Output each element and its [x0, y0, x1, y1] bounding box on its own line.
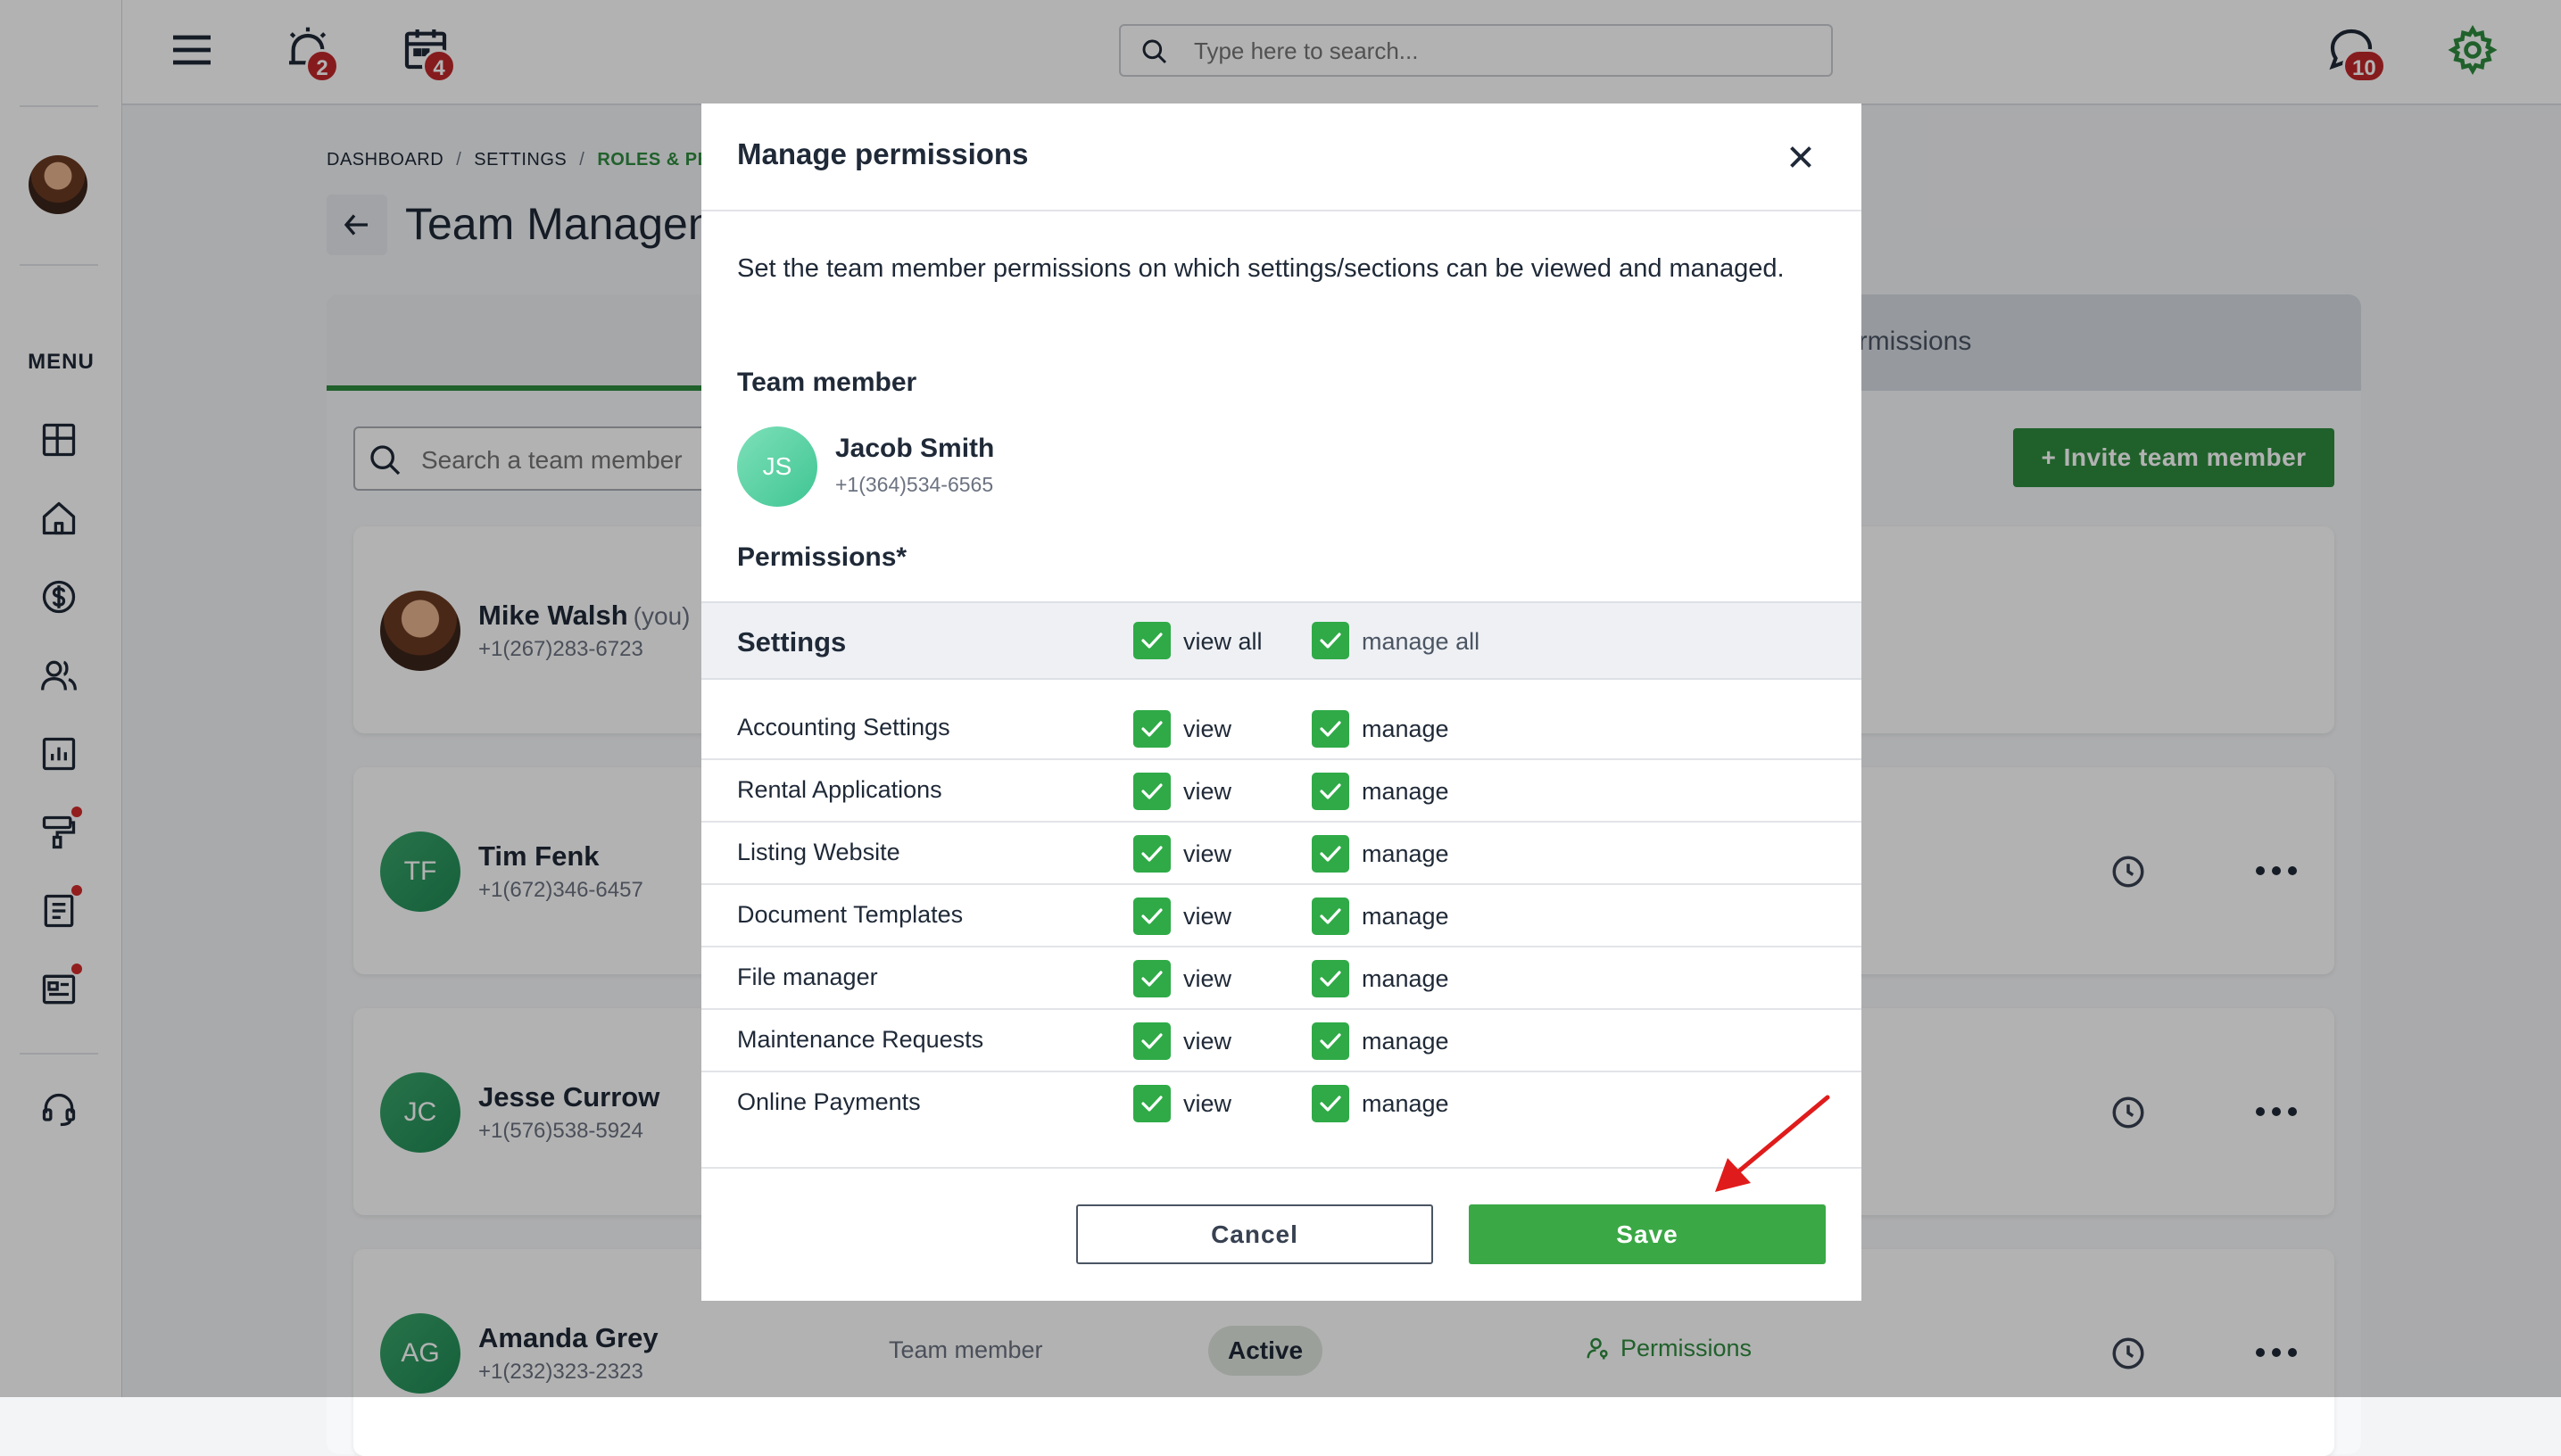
- view-checkbox[interactable]: [1133, 835, 1171, 873]
- manage-checkbox[interactable]: [1312, 898, 1349, 935]
- check-icon: [1141, 971, 1163, 987]
- view-checkbox[interactable]: [1133, 773, 1171, 810]
- check-icon: [1141, 721, 1163, 737]
- view-label: view: [1183, 716, 1232, 742]
- annotation-arrow-icon: [1715, 1095, 1830, 1192]
- permission-label: Rental Applications: [737, 776, 942, 803]
- cancel-button[interactable]: Cancel: [1076, 1204, 1433, 1264]
- view-all-label: view all: [1183, 628, 1263, 655]
- settings-group-label: Settings: [737, 626, 847, 658]
- modal-footer-divider: [701, 1167, 1861, 1169]
- manage-label: manage: [1362, 903, 1449, 930]
- view-checkbox[interactable]: [1133, 1085, 1171, 1122]
- check-icon: [1320, 633, 1341, 649]
- close-icon[interactable]: [1785, 141, 1817, 173]
- permission-row: Listing Website view manage: [701, 823, 1861, 885]
- manage-permissions-modal: Manage permissions Set the team member p…: [701, 103, 1861, 1301]
- manage-label: manage: [1362, 840, 1449, 867]
- check-icon: [1320, 783, 1341, 799]
- manage-all-checkbox[interactable]: [1312, 622, 1349, 659]
- settings-group-row: Settings view all manage all: [701, 601, 1861, 680]
- view-label: view: [1183, 965, 1232, 992]
- manage-checkbox[interactable]: [1312, 1085, 1349, 1122]
- avatar: JS: [737, 426, 817, 507]
- check-icon: [1141, 633, 1163, 649]
- check-icon: [1320, 971, 1341, 987]
- view-label: view: [1183, 903, 1232, 930]
- modal-description: Set the team member permissions on which…: [737, 254, 1785, 283]
- permissions-label: Permissions*: [737, 542, 908, 572]
- save-button[interactable]: Save: [1469, 1204, 1826, 1264]
- view-checkbox[interactable]: [1133, 960, 1171, 997]
- permission-label: File manager: [737, 964, 878, 990]
- check-icon: [1320, 1033, 1341, 1049]
- check-icon: [1141, 908, 1163, 924]
- check-icon: [1141, 783, 1163, 799]
- manage-label: manage: [1362, 1028, 1449, 1055]
- view-all-checkbox[interactable]: [1133, 622, 1171, 659]
- view-label: view: [1183, 1028, 1232, 1055]
- manage-checkbox[interactable]: [1312, 773, 1349, 810]
- manage-all-label: manage all: [1362, 628, 1480, 655]
- check-icon: [1141, 1033, 1163, 1049]
- modal-header: Manage permissions: [701, 103, 1861, 211]
- manage-checkbox[interactable]: [1312, 835, 1349, 873]
- selected-member-name: Jacob Smith: [835, 434, 995, 463]
- selected-member-phone: +1(364)534-6565: [835, 473, 994, 496]
- manage-label: manage: [1362, 778, 1449, 805]
- permission-row: Accounting Settings view manage: [701, 698, 1861, 760]
- permission-label: Maintenance Requests: [737, 1026, 984, 1053]
- check-icon: [1141, 846, 1163, 862]
- check-icon: [1320, 908, 1341, 924]
- permission-row: File manager view manage: [701, 947, 1861, 1010]
- permission-label: Online Payments: [737, 1088, 921, 1115]
- permission-label: Listing Website: [737, 839, 900, 865]
- view-checkbox[interactable]: [1133, 898, 1171, 935]
- permission-label: Document Templates: [737, 901, 964, 928]
- permission-row: Document Templates view manage: [701, 885, 1861, 947]
- manage-checkbox[interactable]: [1312, 710, 1349, 748]
- manage-checkbox[interactable]: [1312, 960, 1349, 997]
- view-label: view: [1183, 840, 1232, 867]
- check-icon: [1320, 846, 1341, 862]
- permission-label: Accounting Settings: [737, 714, 950, 740]
- manage-label: manage: [1362, 965, 1449, 992]
- view-label: view: [1183, 1090, 1232, 1117]
- view-checkbox[interactable]: [1133, 710, 1171, 748]
- check-icon: [1141, 1096, 1163, 1112]
- permission-row: Rental Applications view manage: [701, 760, 1861, 823]
- view-checkbox[interactable]: [1133, 1022, 1171, 1060]
- permission-row: Maintenance Requests view manage: [701, 1010, 1861, 1072]
- manage-checkbox[interactable]: [1312, 1022, 1349, 1060]
- view-label: view: [1183, 778, 1232, 805]
- permission-row: Online Payments view manage: [701, 1072, 1861, 1135]
- manage-label: manage: [1362, 1090, 1449, 1117]
- manage-label: manage: [1362, 716, 1449, 742]
- team-member-label: Team member: [737, 368, 917, 397]
- check-icon: [1320, 721, 1341, 737]
- check-icon: [1320, 1096, 1341, 1112]
- modal-title: Manage permissions: [737, 137, 1029, 170]
